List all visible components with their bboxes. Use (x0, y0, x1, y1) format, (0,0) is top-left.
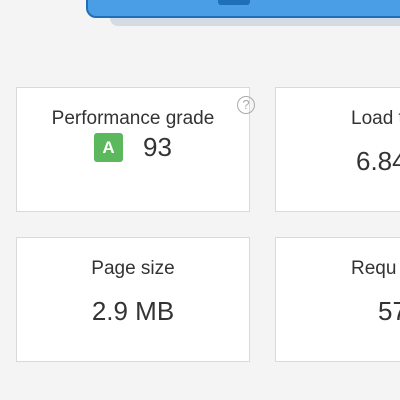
grade-badge: A (94, 133, 124, 162)
page-size-card: Page size 2.9 MB (16, 237, 250, 362)
performance-grade-card: Performance grade ? A 93 (16, 87, 255, 212)
device-notch (218, 0, 250, 5)
page-size-label: Page size (91, 258, 175, 279)
page-size-value: 2.9 MB (91, 296, 175, 326)
load-time-label: Load t (351, 108, 400, 129)
results-page: Performance grade ? A 93 Load t 6.84 Pag… (0, 0, 400, 400)
load-time-value: 6.84 (356, 146, 400, 176)
requests-label: Requ (351, 258, 397, 279)
help-icon[interactable]: ? (237, 96, 255, 114)
performance-score: 93 (143, 132, 172, 162)
performance-grade-label: Performance grade (51, 108, 215, 129)
load-time-card: Load t 6.84 (275, 87, 400, 212)
requests-card: Requ 57 (275, 237, 400, 362)
grade-row: A 93 (17, 132, 249, 163)
requests-value: 57 (378, 296, 400, 326)
